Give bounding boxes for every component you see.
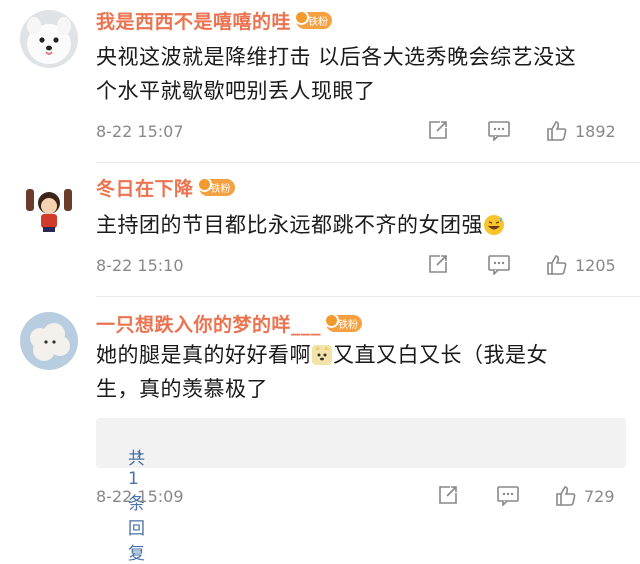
share-icon[interactable] bbox=[427, 119, 449, 141]
share-icon[interactable] bbox=[437, 484, 459, 506]
timestamp: 8-22 15:09 bbox=[96, 487, 184, 506]
comment-meta: 8-22 15:07 1892 bbox=[96, 119, 626, 147]
chevron-right-icon: › bbox=[136, 444, 143, 464]
thumbs-up-icon bbox=[554, 484, 578, 508]
username-row: 冬日在下降 铁粉 bbox=[96, 174, 235, 200]
comment-meta: 8-22 15:09 729 bbox=[96, 484, 626, 512]
username-row: 一只想跌入你的梦的咩___ 铁粉 bbox=[96, 310, 363, 337]
username[interactable]: 我是西西不是嘻嘻的哇 bbox=[96, 7, 291, 34]
username[interactable]: 一只想跌入你的梦的咩___ bbox=[96, 310, 321, 337]
doge-emoji-icon bbox=[311, 342, 333, 365]
like-count: 1205 bbox=[575, 255, 616, 275]
comment-text: 她的腿是真的好好看啊 又直又白又长（我是女 生，真的羡慕极了 bbox=[96, 342, 548, 401]
comment-icon[interactable] bbox=[487, 253, 511, 275]
comment-icon[interactable] bbox=[487, 119, 511, 141]
username[interactable]: 冬日在下降 bbox=[96, 174, 194, 201]
like-count: 729 bbox=[584, 486, 615, 506]
like-button[interactable]: 1892 bbox=[545, 119, 616, 143]
avatar-cloud-sheep[interactable] bbox=[20, 312, 78, 370]
like-button[interactable]: 729 bbox=[554, 484, 615, 508]
divider bbox=[96, 162, 640, 163]
crown-icon bbox=[196, 176, 212, 192]
sweat-smile-emoji-icon bbox=[483, 212, 505, 235]
avatar-cartoon-girl[interactable] bbox=[20, 179, 78, 237]
fan-badge: 铁粉 bbox=[196, 176, 235, 196]
comment-2: 冬日在下降 铁粉 主持团的节目都比永远都跳不齐的女团强 8-22 15:10 1… bbox=[0, 165, 640, 300]
like-button[interactable]: 1205 bbox=[545, 253, 616, 277]
comment-1: 我是西西不是嘻嘻的哇 铁粉 央视这波就是降维打击 以后各大选秀晚会综艺没这 个水… bbox=[0, 0, 640, 165]
like-count: 1892 bbox=[575, 121, 616, 141]
crown-icon bbox=[324, 312, 340, 328]
share-icon[interactable] bbox=[427, 253, 449, 275]
comment-icon[interactable] bbox=[496, 484, 520, 506]
timestamp: 8-22 15:07 bbox=[96, 122, 184, 141]
comment-3: 一只想跌入你的梦的咩___ 铁粉 她的腿是真的好好看啊 又直又白又长（我是女 生，… bbox=[0, 300, 640, 564]
comment-text: 央视这波就是降维打击 以后各大选秀晚会综艺没这 个水平就歇歇吧别丢人现眼了 bbox=[96, 45, 577, 103]
fan-badge: 铁粉 bbox=[294, 9, 333, 29]
divider bbox=[96, 296, 640, 297]
crown-icon bbox=[294, 9, 310, 25]
comment-text: 主持团的节目都比永远都跳不齐的女团强 bbox=[96, 208, 626, 242]
thumbs-up-icon bbox=[545, 119, 569, 143]
timestamp: 8-22 15:10 bbox=[96, 256, 184, 275]
fan-badge: 铁粉 bbox=[324, 312, 363, 332]
comment-meta: 8-22 15:10 1205 bbox=[96, 253, 626, 281]
avatar-white-dog[interactable] bbox=[20, 10, 78, 68]
username-row: 我是西西不是嘻嘻的哇 铁粉 bbox=[96, 7, 333, 34]
thumbs-up-icon bbox=[545, 253, 569, 277]
view-replies-button[interactable]: 共1条回复 › bbox=[96, 418, 626, 564]
